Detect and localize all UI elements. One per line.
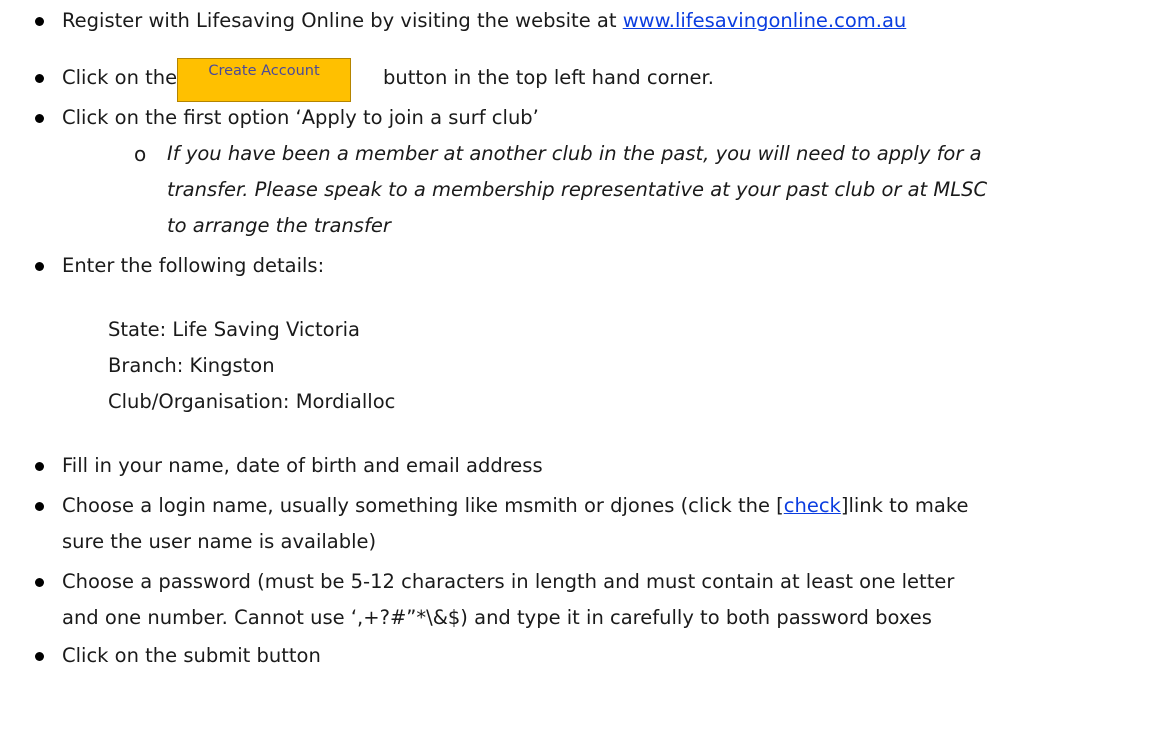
note-line-2: transfer. Please speak to a membership r… [167,178,988,201]
register-text: Register with Lifesaving Online by visit… [62,9,623,32]
bullet-icon [35,262,44,271]
fill-in-text: Fill in your name, date of birth and ema… [62,454,543,477]
login-text: Choose a login name, usually something l… [62,494,784,517]
check-link[interactable]: check [784,494,841,517]
note-line-3: to arrange the transfer [167,214,391,237]
login-line-2: sure the user name is available) [62,530,377,553]
note-line-1: If you have been a member at another clu… [167,142,982,165]
first-option-text: Click on the first option ‘Apply to join… [62,106,539,129]
detail-branch: Branch: Kingston [108,354,275,377]
bullet-icon [35,17,44,26]
bullet-icon [35,462,44,471]
password-line-2: and one number. Cannot use ‘,+?#”*\&$) a… [62,606,932,629]
website-link[interactable]: www.lifesavingonline.com.au [623,9,907,32]
enter-details-text: Enter the following details: [62,254,325,277]
click-suffix-text: button in the top left hand corner. [383,66,714,89]
password-line-1: Choose a password (must be 5-12 characte… [62,570,955,593]
bullet-icon [35,502,44,511]
circle-bullet-icon: o [134,142,147,166]
bullet-icon [35,74,44,83]
click-on-text: Click on the [62,66,178,89]
bullet-icon [35,652,44,661]
login-suffix-text: ]link to make [840,494,969,517]
submit-text: Click on the submit button [62,644,321,667]
detail-state: State: Life Saving Victoria [108,318,360,341]
bullet-icon [35,114,44,123]
bullet-icon [35,578,44,587]
detail-club: Club/Organisation: Mordialloc [108,390,396,413]
create-account-button[interactable]: Create Account [177,58,351,102]
instructions-page: Register with Lifesaving Online by visit… [0,0,1156,756]
